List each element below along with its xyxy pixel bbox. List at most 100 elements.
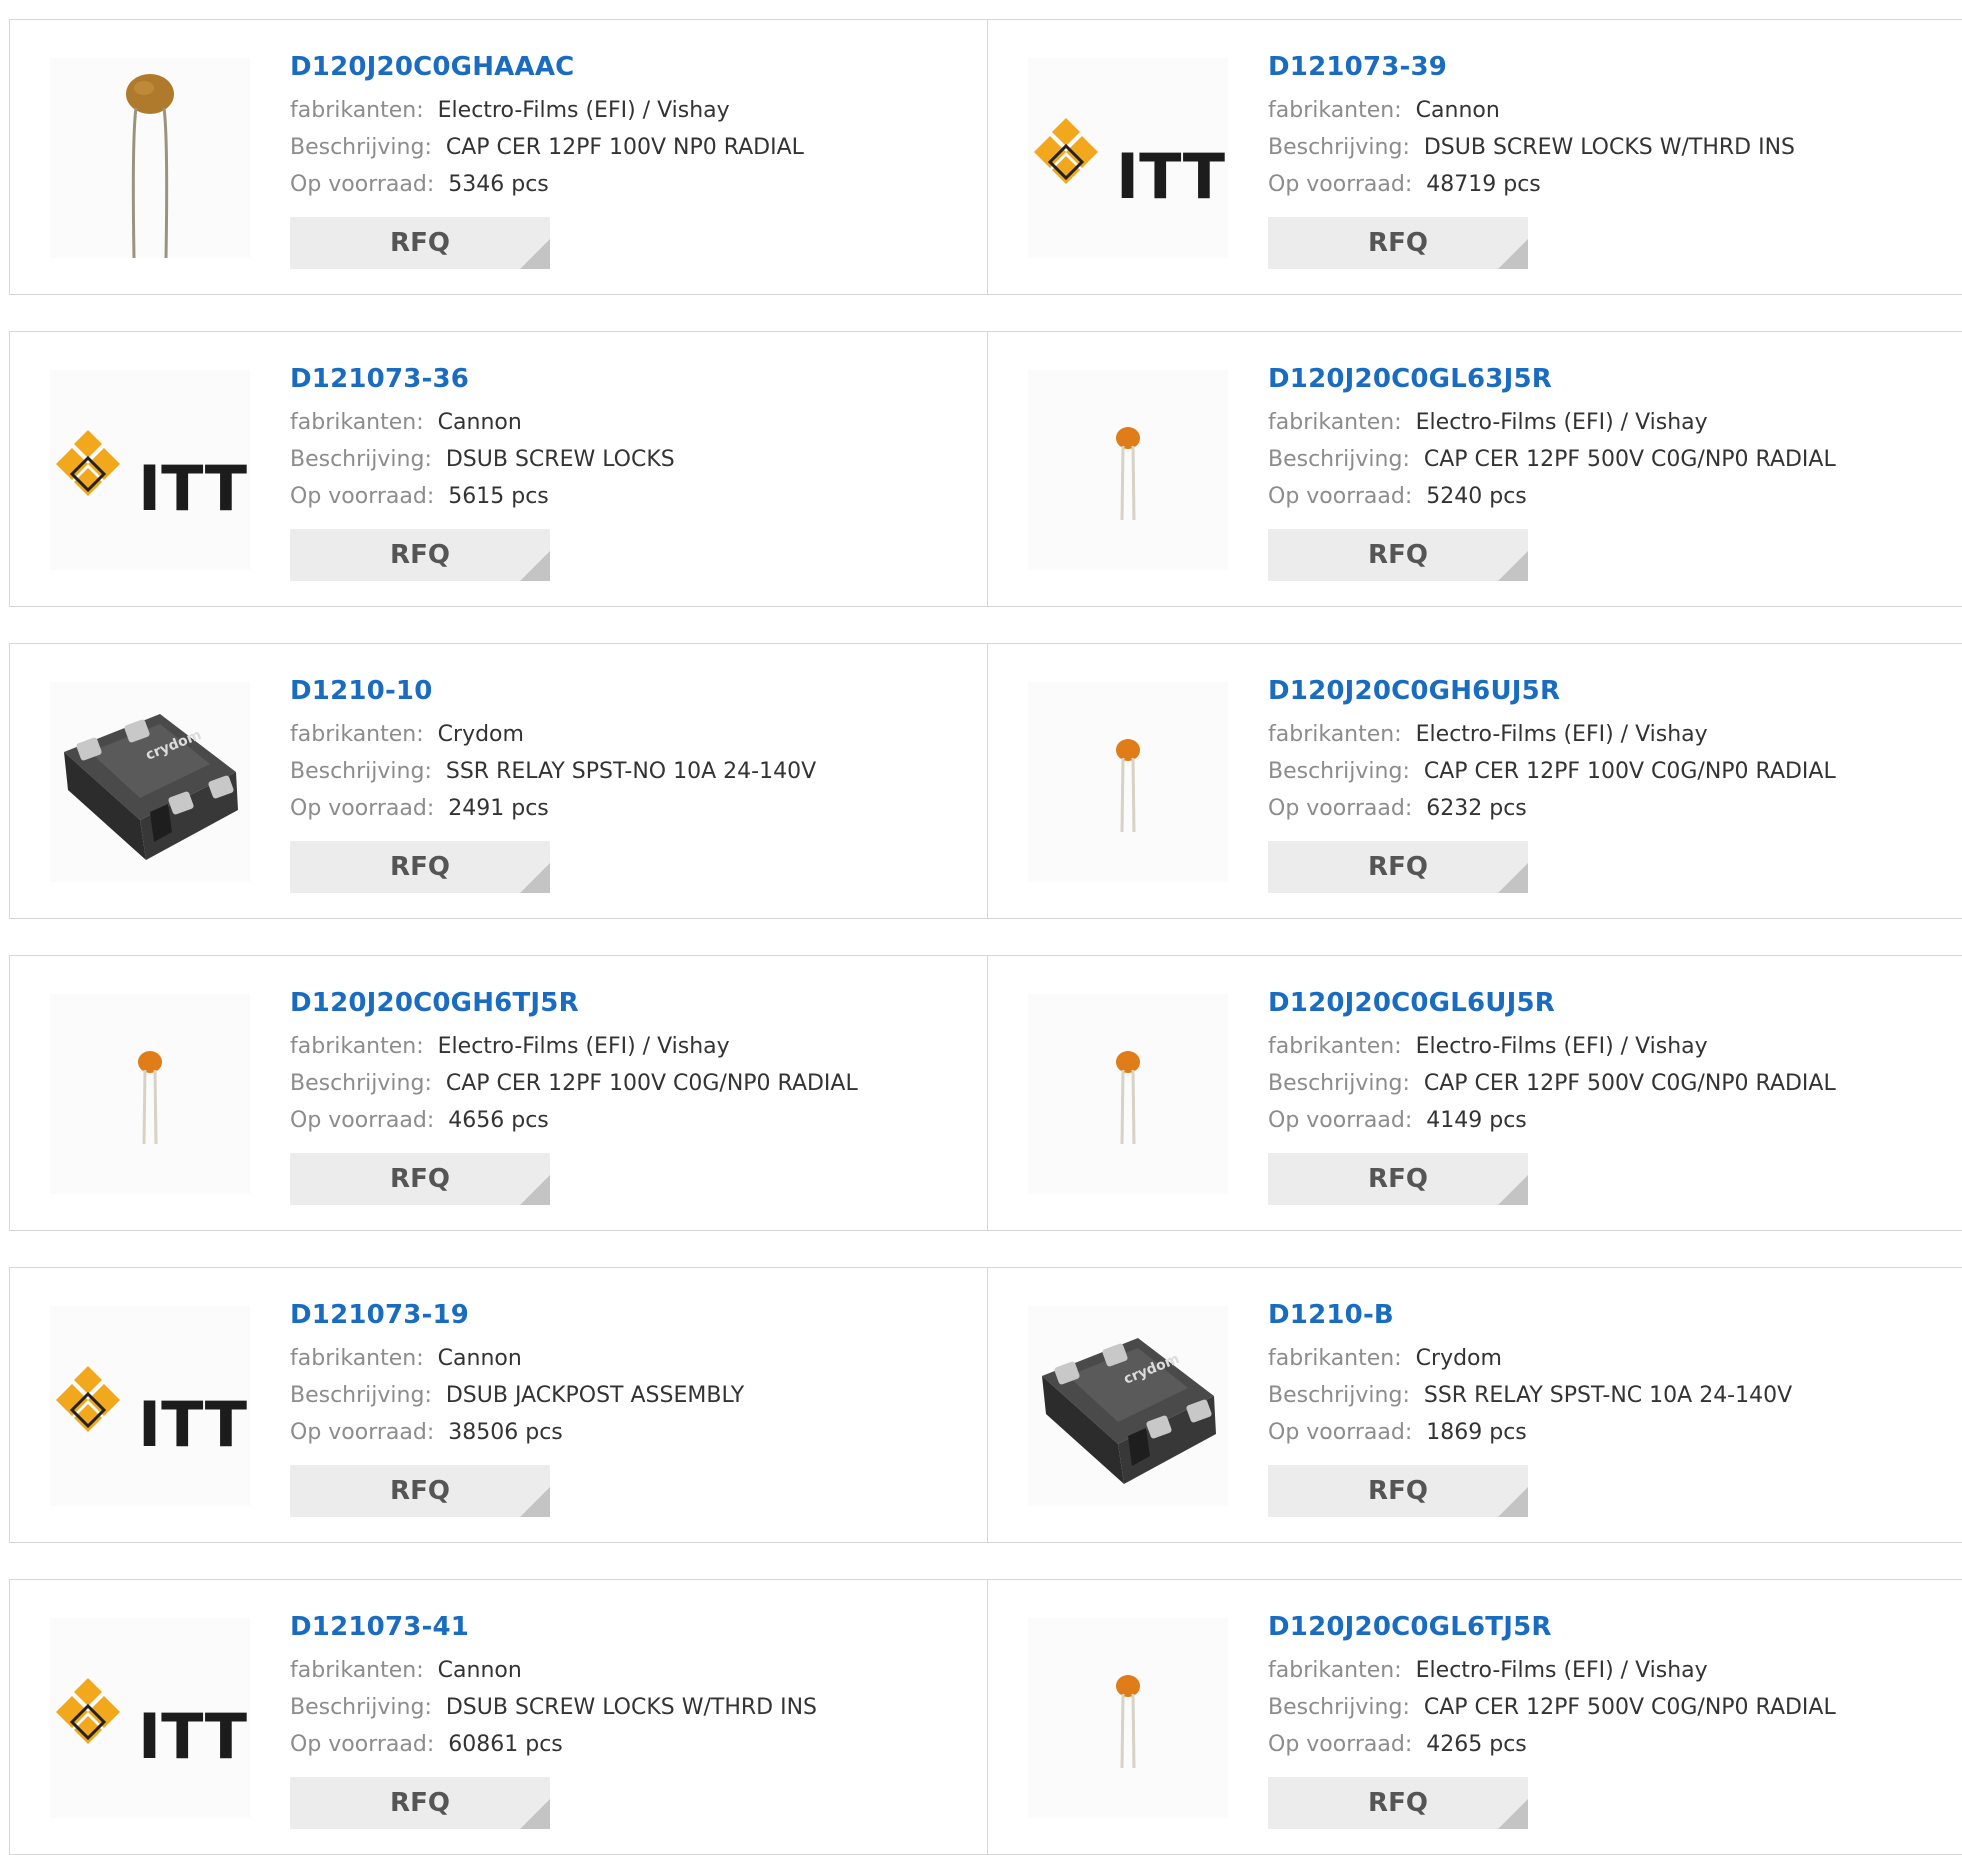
- product-card: D120J20C0GL6TJ5R fabrikanten: Electro-Fil…: [988, 1580, 1962, 1854]
- stock-label: Op voorraad:: [290, 1732, 435, 1757]
- part-number-link[interactable]: D121073-36: [290, 362, 675, 396]
- stock-line: Op voorraad: 5240 pcs: [1268, 478, 1836, 515]
- part-number-link[interactable]: D1210-B: [1268, 1298, 1792, 1332]
- product-info: D120J20C0GL63J5R fabrikanten: Electro-Fil…: [1268, 362, 1836, 581]
- stock-line: Op voorraad: 38506 pcs: [290, 1414, 744, 1451]
- manufacturer-label: fabrikanten:: [1268, 98, 1402, 123]
- part-number-link[interactable]: D120J20C0GHAAAC: [290, 50, 804, 84]
- part-number-link[interactable]: D121073-39: [1268, 50, 1795, 84]
- product-info: D1210-B fabrikanten: Crydom Beschrijving:…: [1268, 1298, 1792, 1517]
- rfq-button[interactable]: RFQ: [290, 1465, 550, 1517]
- rfq-button[interactable]: RFQ: [1268, 217, 1528, 269]
- stock-label: Op voorraad:: [290, 1108, 435, 1133]
- rfq-corner-decoration: [1498, 1175, 1528, 1205]
- manufacturer-line: fabrikanten: Electro-Films (EFI) / Vishay: [1268, 1652, 1836, 1689]
- stock-value: 4149 pcs: [1426, 1108, 1527, 1133]
- rfq-button[interactable]: RFQ: [1268, 841, 1528, 893]
- product-thumbnail[interactable]: ITT: [50, 370, 250, 570]
- part-number-link[interactable]: D120J20C0GH6UJ5R: [1268, 674, 1836, 708]
- product-card: ITT D121073-41 fabrikanten: Cannon Beschr…: [10, 1580, 988, 1854]
- product-thumbnail[interactable]: [50, 58, 250, 258]
- rfq-corner-decoration: [520, 1175, 550, 1205]
- product-thumbnail[interactable]: crydom: [50, 682, 250, 882]
- manufacturer-value: Electro-Films (EFI) / Vishay: [1415, 1034, 1708, 1059]
- manufacturer-value: Electro-Films (EFI) / Vishay: [1415, 410, 1708, 435]
- relay-image: crydom: [1042, 1338, 1216, 1484]
- stock-value: 4265 pcs: [1426, 1732, 1527, 1757]
- capacitor-image: [1116, 739, 1140, 833]
- rfq-corner-decoration: [520, 1487, 550, 1517]
- rfq-button[interactable]: RFQ: [1268, 1777, 1528, 1829]
- product-card: ITT D121073-36 fabrikanten: Cannon Beschr…: [10, 332, 988, 606]
- product-card: D120J20C0GH6UJ5R fabrikanten: Electro-Fil…: [988, 644, 1962, 918]
- description-value: CAP CER 12PF 100V C0G/NP0 RADIAL: [1423, 759, 1836, 784]
- rfq-button[interactable]: RFQ: [290, 841, 550, 893]
- itt-logo-image: ITT: [1034, 118, 1225, 213]
- rfq-corner-decoration: [1498, 551, 1528, 581]
- product-thumbnail[interactable]: [1028, 994, 1228, 1194]
- rfq-button[interactable]: RFQ: [1268, 529, 1528, 581]
- manufacturer-line: fabrikanten: Crydom: [1268, 1340, 1792, 1377]
- description-label: Beschrijving:: [290, 759, 432, 784]
- stock-line: Op voorraad: 48719 pcs: [1268, 166, 1795, 203]
- capacitor-image: [1116, 427, 1140, 521]
- part-number-link[interactable]: D120J20C0GL63J5R: [1268, 362, 1836, 396]
- capacitor-image: [1116, 1051, 1140, 1145]
- rfq-button[interactable]: RFQ: [1268, 1465, 1528, 1517]
- manufacturer-value: Electro-Films (EFI) / Vishay: [1415, 722, 1708, 747]
- product-thumbnail[interactable]: [1028, 682, 1228, 882]
- rfq-corner-decoration: [1498, 239, 1528, 269]
- stock-line: Op voorraad: 2491 pcs: [290, 790, 816, 827]
- rfq-button-label: RFQ: [390, 1788, 450, 1818]
- stock-label: Op voorraad:: [290, 796, 435, 821]
- description-line: Beschrijving: CAP CER 12PF 500V C0G/NP0 R…: [1268, 1689, 1836, 1726]
- rfq-button[interactable]: RFQ: [1268, 1153, 1528, 1205]
- stock-value: 2491 pcs: [448, 796, 549, 821]
- stock-line: Op voorraad: 1869 pcs: [1268, 1414, 1792, 1451]
- stock-line: Op voorraad: 4265 pcs: [1268, 1726, 1836, 1763]
- rfq-button[interactable]: RFQ: [290, 1777, 550, 1829]
- product-thumbnail[interactable]: ITT: [50, 1306, 250, 1506]
- stock-value: 5240 pcs: [1426, 484, 1527, 509]
- stock-line: Op voorraad: 5346 pcs: [290, 166, 804, 203]
- description-value: CAP CER 12PF 500V C0G/NP0 RADIAL: [1423, 1071, 1836, 1096]
- product-row: ITT D121073-19 fabrikanten: Cannon Beschr…: [9, 1267, 1962, 1543]
- manufacturer-label: fabrikanten:: [290, 1034, 424, 1059]
- product-grid: D120J20C0GHAAAC fabrikanten: Electro-Film…: [9, 19, 1962, 1855]
- product-info: D120J20C0GH6UJ5R fabrikanten: Electro-Fil…: [1268, 674, 1836, 893]
- stock-value: 6232 pcs: [1426, 796, 1527, 821]
- description-value: CAP CER 12PF 100V NP0 RADIAL: [445, 135, 804, 160]
- rfq-button[interactable]: RFQ: [290, 529, 550, 581]
- part-number-link[interactable]: D121073-41: [290, 1610, 817, 1644]
- part-number-link[interactable]: D121073-19: [290, 1298, 744, 1332]
- description-line: Beschrijving: SSR RELAY SPST-NC 10A 24-14…: [1268, 1377, 1792, 1414]
- product-thumbnail[interactable]: [1028, 1618, 1228, 1818]
- product-thumbnail[interactable]: crydom: [1028, 1306, 1228, 1506]
- product-card: ITT D121073-19 fabrikanten: Cannon Beschr…: [10, 1268, 988, 1542]
- manufacturer-label: fabrikanten:: [290, 98, 424, 123]
- part-number-link[interactable]: D120J20C0GH6TJ5R: [290, 986, 858, 1020]
- manufacturer-value: Crydom: [437, 722, 524, 747]
- rfq-button[interactable]: RFQ: [290, 1153, 550, 1205]
- part-number-link[interactable]: D120J20C0GL6TJ5R: [1268, 1610, 1836, 1644]
- itt-logo-text: ITT: [1116, 140, 1225, 213]
- product-thumbnail[interactable]: [50, 994, 250, 1194]
- rfq-button[interactable]: RFQ: [290, 217, 550, 269]
- part-number-link[interactable]: D1210-10: [290, 674, 816, 708]
- product-row: D120J20C0GH6TJ5R fabrikanten: Electro-Fil…: [9, 955, 1962, 1231]
- part-number-link[interactable]: D120J20C0GL6UJ5R: [1268, 986, 1836, 1020]
- capacitor-image: [138, 1051, 162, 1145]
- stock-line: Op voorraad: 6232 pcs: [1268, 790, 1836, 827]
- product-thumbnail[interactable]: ITT: [1028, 58, 1228, 258]
- manufacturer-value: Electro-Films (EFI) / Vishay: [437, 98, 730, 123]
- product-thumbnail[interactable]: ITT: [50, 1618, 250, 1818]
- product-thumbnail[interactable]: [1028, 370, 1228, 570]
- product-card: D120J20C0GL6UJ5R fabrikanten: Electro-Fil…: [988, 956, 1962, 1230]
- product-info: D120J20C0GH6TJ5R fabrikanten: Electro-Fil…: [290, 986, 858, 1205]
- description-value: DSUB SCREW LOCKS W/THRD INS: [445, 1695, 818, 1720]
- relay-image: crydom: [64, 714, 238, 860]
- description-line: Beschrijving: SSR RELAY SPST-NO 10A 24-14…: [290, 753, 816, 790]
- capacitor-image: [1116, 1675, 1140, 1769]
- description-line: Beschrijving: CAP CER 12PF 100V C0G/NP0 R…: [290, 1065, 858, 1102]
- manufacturer-line: fabrikanten: Cannon: [290, 1652, 817, 1689]
